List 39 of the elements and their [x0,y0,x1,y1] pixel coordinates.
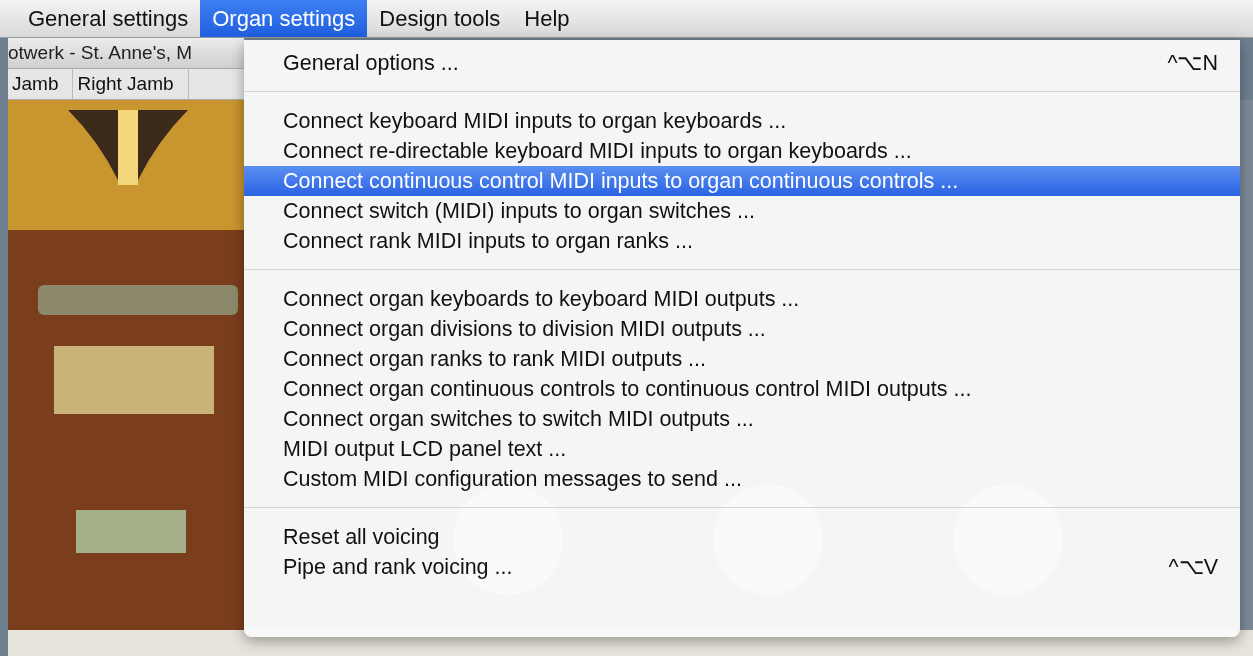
menu-item[interactable]: Connect organ switches to switch MIDI outputs ... [244,404,1240,434]
menu-item[interactable]: Custom MIDI configuration messages to send ... [244,464,1240,494]
shortcut-label: ^⌥V [1168,554,1218,580]
menu-item-label: Connect continuous control MIDI inputs to organ continuous controls ... [283,168,959,194]
menu-item-label: Connect organ switches to switch MIDI outputs ... [283,406,754,432]
menu-item-label: MIDI output LCD panel text ... [283,436,567,462]
tab[interactable]: Jamb [8,69,74,99]
menu-item-label: Connect organ keyboards to keyboard MIDI outputs ... [283,286,800,312]
menu-bar-item[interactable]: Design tools [367,0,513,37]
menu-bar-item[interactable]: Help [512,0,582,37]
menu-item[interactable]: Connect organ divisions to division MIDI outputs ... [244,314,1240,344]
menu-item[interactable]: Connect keyboard MIDI inputs to organ keyboards ... [244,106,1240,136]
menu-item[interactable]: Pipe and rank voicing ... ^⌥V [244,552,1240,582]
menu-item[interactable]: MIDI output LCD panel text ... [244,434,1240,464]
menu-bar-item[interactable]: General settings [16,0,201,37]
menu-item[interactable]: Connect continuous control MIDI inputs to organ continuous controls ... [244,166,1240,196]
menu-item[interactable]: Reset all voicing [244,522,1240,552]
menu-item[interactable]: Connect switch (MIDI) inputs to organ switches ... [244,196,1240,226]
menu-item[interactable]: Connect re-directable keyboard MIDI inputs to organ keyboards ... [244,136,1240,166]
menu-item-label: Connect rank MIDI inputs to organ ranks ... [283,228,693,254]
menu-item[interactable]: Connect organ ranks to rank MIDI outputs ... [244,344,1240,374]
menu-item-label: Connect keyboard MIDI inputs to organ keyboards ... [283,108,787,134]
menu-item-label: Connect switch (MIDI) inputs to organ switches ... [283,198,755,224]
menu-item[interactable]: Connect organ keyboards to keyboard MIDI outputs ... [244,284,1240,314]
shortcut-label: ^⌥N [1167,50,1218,76]
menu-item-label: Reset all voicing [283,524,440,550]
menu-item[interactable]: Connect organ continuous controls to continuous control MIDI outputs ... [244,374,1240,404]
menu-item-label: Connect organ ranks to rank MIDI outputs ... [283,346,707,372]
menu-item-label: Connect re-directable keyboard MIDI inputs to organ keyboards ... [283,138,912,164]
menu-bar-item[interactable]: Organ settings [200,0,368,37]
menu-item[interactable]: General options ... ^⌥N [244,48,1240,78]
menu-item-label: Connect organ continuous controls to continuous control MIDI outputs ... [283,376,972,402]
menu-item[interactable]: Connect rank MIDI inputs to organ ranks ... [244,226,1240,256]
menu-item-label: General options ... [283,50,459,76]
tab[interactable]: Right Jamb [73,69,189,99]
menu-item-label: Custom MIDI configuration messages to send ... [283,466,742,492]
menu-item-label: Connect organ divisions to division MIDI outputs ... [283,316,766,342]
window-title: otwerk - St. Anne's, M [8,42,193,64]
menu-item-label: Pipe and rank voicing ... [283,554,513,580]
